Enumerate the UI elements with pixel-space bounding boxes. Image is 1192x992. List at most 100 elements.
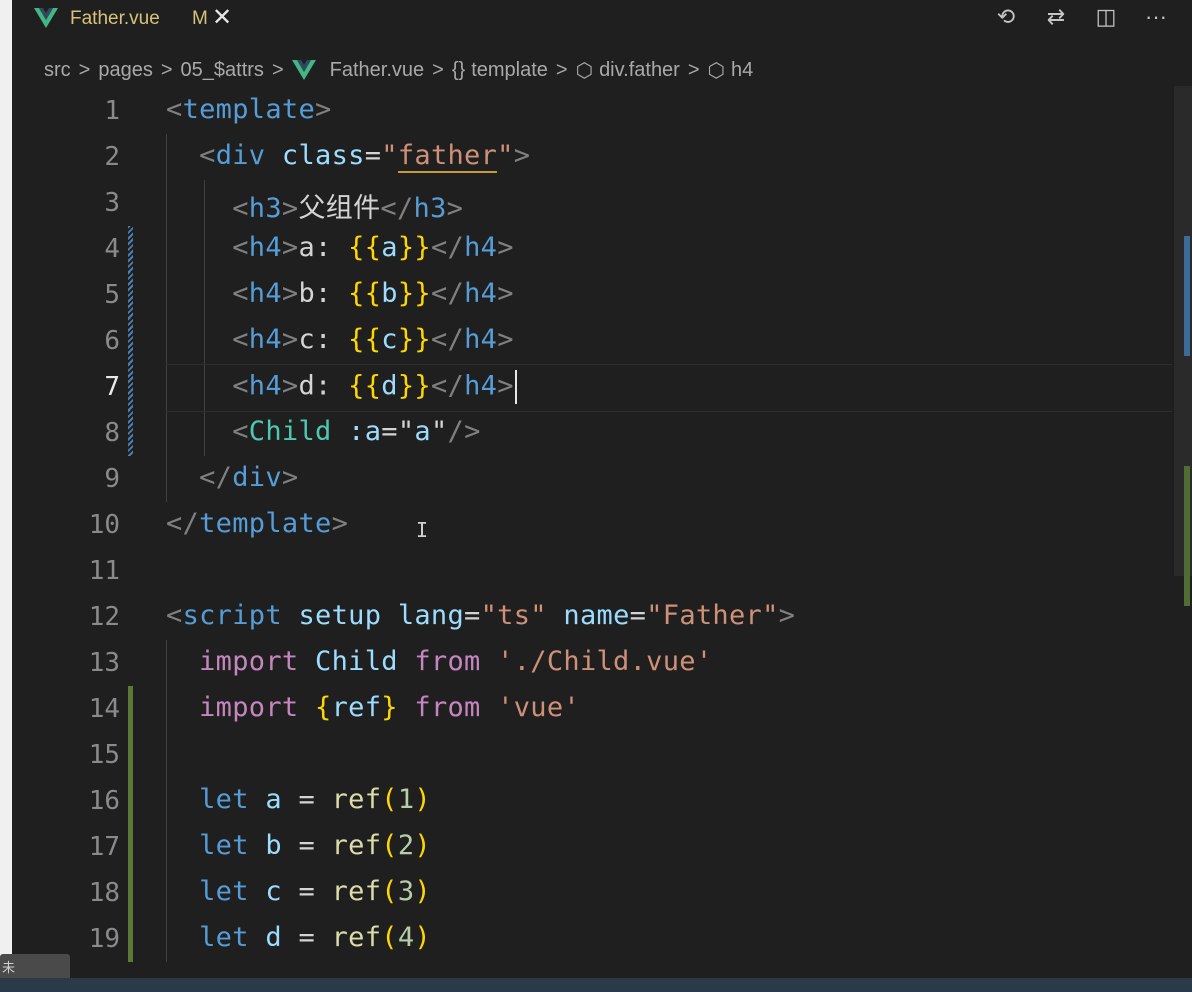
line-number: 4	[104, 234, 120, 264]
code-line: 15	[12, 732, 1172, 778]
tab-label: Father.vue	[70, 8, 160, 29]
code-line: 5 <h4>b: {{b}}</h4>	[12, 272, 1172, 318]
split-editor-icon[interactable]: ◫	[1094, 4, 1118, 30]
tab-father-vue[interactable]: Father.vue M ✕	[12, 0, 240, 40]
text-cursor	[514, 370, 517, 404]
line-number: 17	[88, 832, 120, 862]
breadcrumb: src > pages > 05_$attrs > Father.vue > {…	[44, 56, 753, 84]
left-window-strip	[0, 0, 12, 992]
vue-file-icon	[34, 8, 58, 28]
modified-gutter-mark	[128, 318, 133, 364]
line-number: 16	[88, 786, 120, 816]
code-line: 13 import Child from './Child.vue'	[12, 640, 1172, 686]
line-code: </div>	[199, 462, 299, 493]
code-line: 11	[12, 548, 1172, 594]
breadcrumb-item-h4[interactable]: ⬡ h4	[708, 58, 754, 83]
line-number: 5	[104, 280, 120, 310]
breadcrumb-separator: >	[555, 58, 568, 81]
code-line: 17 let b = ref(2)	[12, 824, 1172, 870]
code-line: 16 let a = ref(1)	[12, 778, 1172, 824]
breadcrumb-separator: >	[160, 58, 173, 81]
line-number: 11	[88, 556, 120, 586]
line-number: 19	[88, 924, 120, 954]
line-number: 6	[104, 326, 120, 356]
modified-gutter-mark	[128, 410, 133, 456]
scrollbar-added-marker	[1184, 466, 1190, 606]
line-code: let a = ref(1)	[199, 784, 431, 815]
line-number: 9	[104, 464, 120, 494]
line-number: 7	[104, 372, 120, 402]
line-code: <Child :a="a"/>	[232, 416, 481, 447]
line-code: <template>	[166, 94, 332, 125]
line-code: <h4>d: {{d}}</h4>	[166, 370, 517, 404]
line-code: <h3>父组件</h3>	[232, 193, 464, 224]
line-number: 3	[104, 188, 120, 218]
vue-file-icon	[291, 60, 316, 80]
vertical-scrollbar[interactable]	[1174, 86, 1192, 606]
added-gutter-mark	[128, 870, 133, 916]
cube-icon: ⬡	[707, 59, 725, 82]
breadcrumb-separator: >	[687, 58, 700, 81]
breadcrumb-item-src[interactable]: src	[44, 59, 71, 82]
cube-icon: ⬡	[575, 59, 594, 82]
editor-actions: ⟲ ⇄ ◫ ···	[994, 4, 1168, 30]
line-number: 8	[104, 418, 120, 448]
code-line: 2 <div class="father">	[12, 134, 1172, 180]
added-gutter-mark	[128, 732, 133, 778]
line-code: <h4>b: {{b}}</h4>	[232, 278, 514, 309]
open-changes-icon[interactable]: ⇄	[1044, 4, 1068, 30]
line-number: 2	[104, 142, 120, 172]
line-number: 18	[88, 878, 120, 908]
breadcrumb-item-div-father[interactable]: ⬡ div.father	[576, 58, 680, 83]
modified-indicator: M	[192, 8, 208, 29]
modified-gutter-mark	[128, 364, 133, 410]
line-number: 1	[104, 96, 120, 126]
braces-icon: {}	[451, 58, 466, 81]
line-number: 14	[88, 694, 120, 724]
line-code: let d = ref(4)	[199, 922, 431, 953]
code-editor[interactable]: Father.vue M ✕ ⟲ ⇄ ◫ ··· src > pages > 0…	[12, 0, 1192, 992]
code-line: 6 <h4>c: {{c}}</h4>	[12, 318, 1172, 364]
code-line: 4 <h4>a: {{a}}</h4>	[12, 226, 1172, 272]
line-number: 10	[88, 510, 120, 540]
breadcrumb-separator: >	[271, 58, 284, 81]
scrollbar-change-marker	[1184, 236, 1190, 356]
added-gutter-mark	[128, 686, 133, 732]
breadcrumb-item-folder[interactable]: 05_$attrs	[181, 59, 264, 82]
bottom-status-strip	[0, 978, 1192, 992]
line-code: import Child from './Child.vue'	[199, 646, 713, 677]
code-line: 3 <h3>父组件</h3>	[12, 180, 1172, 226]
line-code: <h4>c: {{c}}</h4>	[232, 324, 514, 355]
breadcrumb-item-template[interactable]: {} template	[452, 59, 548, 82]
modified-gutter-mark	[128, 272, 133, 318]
line-code: let c = ref(3)	[199, 876, 431, 907]
code-line: 19 let d = ref(4)	[12, 916, 1172, 962]
breadcrumb-item-file[interactable]: Father.vue	[291, 59, 424, 82]
code-line: 14 import {ref} from 'vue'	[12, 686, 1172, 732]
added-gutter-mark	[128, 778, 133, 824]
line-code: let b = ref(2)	[199, 830, 431, 861]
breadcrumb-separator: >	[78, 58, 91, 81]
timeline-history-icon[interactable]: ⟲	[994, 4, 1018, 30]
mouse-ibeam-cursor-icon: I	[416, 518, 429, 542]
line-code: import {ref} from 'vue'	[199, 692, 580, 723]
breadcrumb-separator: >	[432, 58, 444, 81]
line-code: <h4>a: {{a}}</h4>	[232, 232, 514, 263]
modified-gutter-mark	[128, 226, 133, 272]
code-line-active: 7 <h4>d: {{d}}</h4>	[12, 364, 1172, 412]
code-line: 9 </div>	[12, 456, 1172, 502]
line-code: <div class="father">	[199, 140, 531, 173]
code-line: 1 <template>	[12, 88, 1172, 134]
tab-bar: Father.vue M ✕ ⟲ ⇄ ◫ ···	[12, 0, 1192, 40]
code-line: 8 <Child :a="a"/>	[12, 410, 1172, 456]
line-number: 13	[88, 648, 120, 678]
code-line: 18 let c = ref(3)	[12, 870, 1172, 916]
code-line: 10 </template>	[12, 502, 1172, 548]
breadcrumb-item-pages[interactable]: pages	[98, 59, 153, 82]
close-icon[interactable]: ✕	[212, 3, 232, 32]
more-actions-icon[interactable]: ···	[1144, 4, 1168, 30]
line-number: 15	[88, 740, 120, 770]
line-code: </template>	[166, 508, 349, 539]
added-gutter-mark	[128, 916, 133, 962]
added-gutter-mark	[128, 824, 133, 870]
